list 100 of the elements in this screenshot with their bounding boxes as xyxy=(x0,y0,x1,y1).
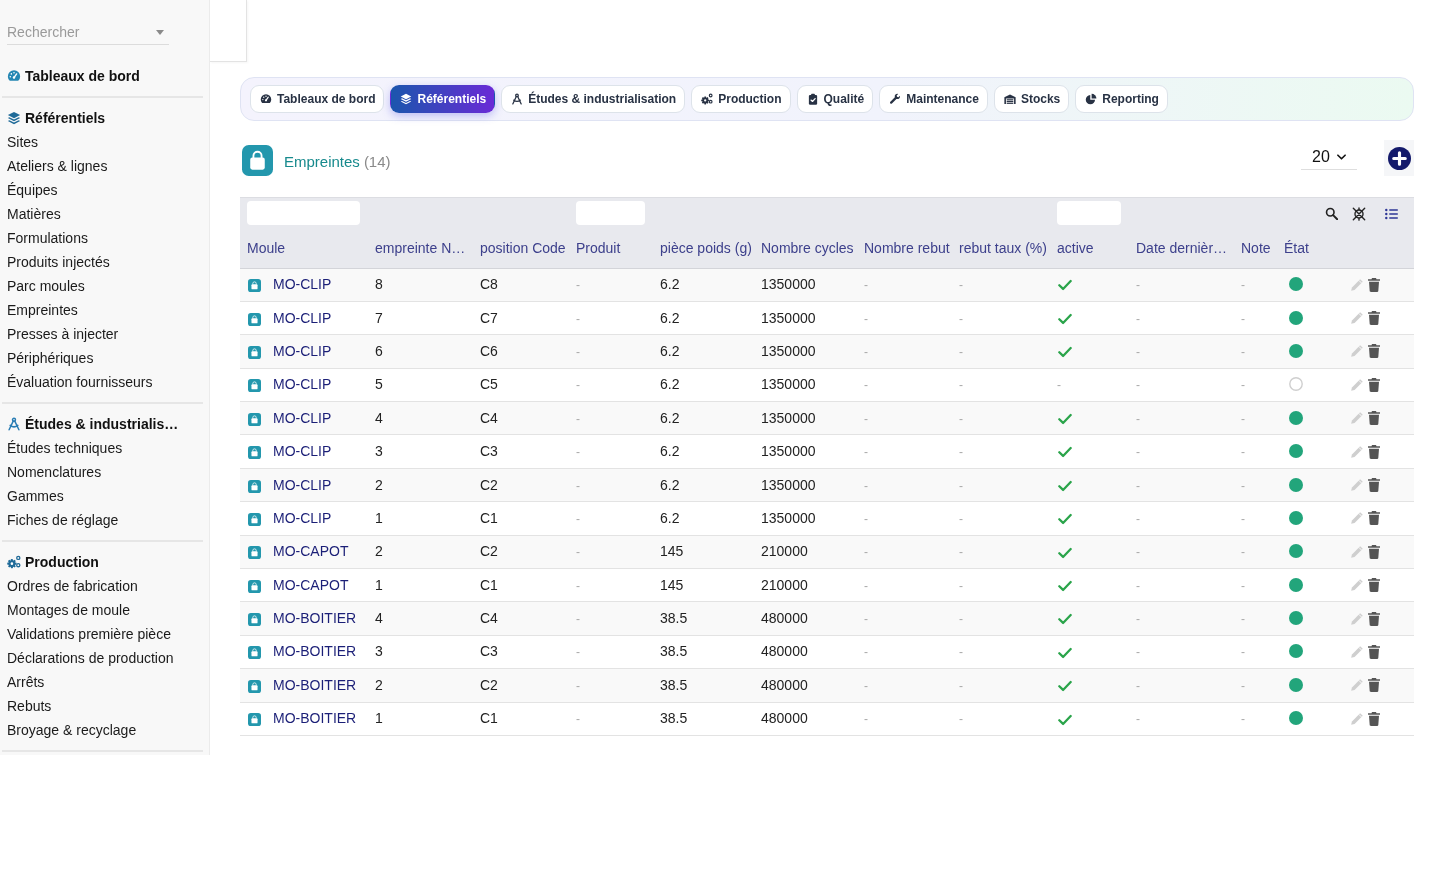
sidebar-item[interactable]: Équipes xyxy=(7,178,58,202)
sidebar-item[interactable]: Validations première pièce xyxy=(7,622,171,646)
warehouse-icon xyxy=(1003,93,1016,105)
sidebar-item[interactable]: Sites xyxy=(7,130,39,154)
column-header[interactable]: État xyxy=(1277,229,1340,268)
sidebar-item[interactable]: Empreintes xyxy=(7,298,78,322)
sidebar-item[interactable]: Presses à injecter xyxy=(7,322,119,346)
trash-icon[interactable] xyxy=(1368,711,1380,726)
trash-icon[interactable] xyxy=(1368,344,1380,359)
tab[interactable]: Production xyxy=(691,85,791,113)
table-cell: - xyxy=(576,511,580,526)
column-header[interactable]: pièce poids (g) xyxy=(653,229,754,268)
tab[interactable]: Maintenance xyxy=(879,85,988,113)
mold-link[interactable]: MO-CLIP xyxy=(273,443,332,460)
table-cell: C4 xyxy=(480,610,498,627)
search-icon[interactable] xyxy=(1325,207,1338,220)
table-cell: C1 xyxy=(480,576,498,593)
trash-icon[interactable] xyxy=(1368,611,1380,626)
table-cell: 6.2 xyxy=(660,376,680,393)
trash-icon[interactable] xyxy=(1368,277,1380,292)
table-cell: - xyxy=(1136,712,1140,727)
gauge-icon xyxy=(260,93,272,105)
column-header[interactable]: Nombre cycles xyxy=(754,229,857,268)
trash-icon[interactable] xyxy=(1368,478,1380,493)
column-header[interactable]: Moule xyxy=(240,229,368,268)
page-size-select[interactable]: 20 xyxy=(1301,145,1357,170)
sidebar-item[interactable]: Études techniques xyxy=(7,436,123,460)
table-cell: - xyxy=(959,511,963,526)
column-header[interactable]: Note xyxy=(1234,229,1277,268)
section-heading[interactable]: Production xyxy=(25,551,99,573)
mold-link[interactable]: MO-BOITIER xyxy=(273,710,357,727)
sidebar-item[interactable]: Déclarations de production xyxy=(7,646,174,670)
column-header[interactable]: Produit xyxy=(569,229,653,268)
table-cell: 1350000 xyxy=(761,376,816,393)
table-cell: - xyxy=(1136,478,1140,493)
page-title: Empreintes xyxy=(284,153,360,170)
trash-icon[interactable] xyxy=(1368,311,1380,326)
table-cell: 5 xyxy=(375,376,383,393)
sidebar-item[interactable]: Montages de moule xyxy=(7,598,130,622)
trash-icon[interactable] xyxy=(1368,578,1380,593)
column-header[interactable]: rebut taux (%) xyxy=(952,229,1050,268)
sidebar-item[interactable]: Formulations xyxy=(7,226,88,250)
trash-icon[interactable] xyxy=(1368,377,1380,392)
table-cell: 6.2 xyxy=(660,276,680,293)
table-cell: - xyxy=(1241,445,1245,460)
sidebar-item[interactable]: Fiches de réglage xyxy=(7,508,119,532)
trash-icon[interactable] xyxy=(1368,411,1380,426)
column-header[interactable]: Nombre rebut xyxy=(857,229,952,268)
tab[interactable]: Référentiels xyxy=(390,85,496,113)
column-header[interactable]: position Code xyxy=(473,229,569,268)
sidebar-item[interactable]: Arrêts xyxy=(7,670,45,694)
table-cell: - xyxy=(1136,645,1140,660)
column-header[interactable]: empreinte N… xyxy=(368,229,473,268)
sidebar-item[interactable]: Nomenclatures xyxy=(7,460,102,484)
sidebar-item[interactable]: Broyage & recyclage xyxy=(7,718,137,742)
table-cell: 480000 xyxy=(761,676,808,693)
column-header[interactable]: active xyxy=(1050,229,1129,268)
trash-icon[interactable] xyxy=(1368,678,1380,693)
tab[interactable]: Stocks xyxy=(993,85,1070,113)
section-heading[interactable]: Études & industrialis… xyxy=(25,413,179,435)
sidebar-item[interactable]: Gammes xyxy=(7,484,64,508)
section-heading[interactable]: Référentiels xyxy=(25,107,106,129)
table-cell: - xyxy=(1136,578,1140,593)
table-cell: - xyxy=(1241,612,1245,627)
table-cell: - xyxy=(1136,278,1140,293)
sidebar-item[interactable]: Périphériques xyxy=(7,346,94,370)
trash-icon[interactable] xyxy=(1368,511,1380,526)
tab[interactable]: Études & industrialisation xyxy=(501,85,686,113)
mold-link[interactable]: MO-CLIP xyxy=(273,309,332,326)
sidebar-item[interactable]: Évaluation fournisseurs xyxy=(7,370,153,394)
crossed-circle-icon[interactable] xyxy=(1352,206,1366,221)
trash-icon[interactable] xyxy=(1368,645,1380,659)
add-button[interactable] xyxy=(1384,140,1414,176)
sidebar-item[interactable]: Ateliers & lignes xyxy=(7,154,108,178)
caret-icon xyxy=(156,30,164,35)
sidebar-item[interactable]: Rebuts xyxy=(7,694,52,718)
column-header[interactable]: Date dernièr… xyxy=(1129,229,1234,268)
table-cell: - xyxy=(576,311,580,326)
mold-link[interactable]: MO-BOITIER xyxy=(273,643,357,660)
table-cell: 38.5 xyxy=(660,643,688,660)
sidebar-item[interactable]: Produits injectés xyxy=(7,250,110,274)
mold-link[interactable]: MO-CLIP xyxy=(273,376,332,393)
table-cell: - xyxy=(959,478,963,493)
sidebar-item[interactable]: Parc moules xyxy=(7,274,85,298)
table-cell: - xyxy=(576,478,580,493)
table-cell: 6.2 xyxy=(660,409,680,426)
list-icon[interactable] xyxy=(1385,207,1398,220)
tab[interactable]: Qualité xyxy=(796,85,874,113)
sidebar-item[interactable]: Matières xyxy=(7,202,61,226)
mold-link[interactable]: MO-CLIP xyxy=(273,509,332,526)
trash-icon[interactable] xyxy=(1368,544,1380,559)
table-cell: - xyxy=(959,578,963,593)
tab[interactable]: Reporting xyxy=(1075,85,1168,113)
drafting-compass-icon xyxy=(7,417,21,431)
search-field[interactable]: Rechercher xyxy=(7,20,169,45)
tab[interactable]: Tableaux de bord xyxy=(250,85,385,113)
trash-icon[interactable] xyxy=(1368,444,1380,459)
mold-link[interactable]: MO-CAPOT xyxy=(273,576,349,593)
sidebar-item[interactable]: Ordres de fabrication xyxy=(7,574,138,598)
section-heading[interactable]: Tableaux de bord xyxy=(25,65,140,87)
